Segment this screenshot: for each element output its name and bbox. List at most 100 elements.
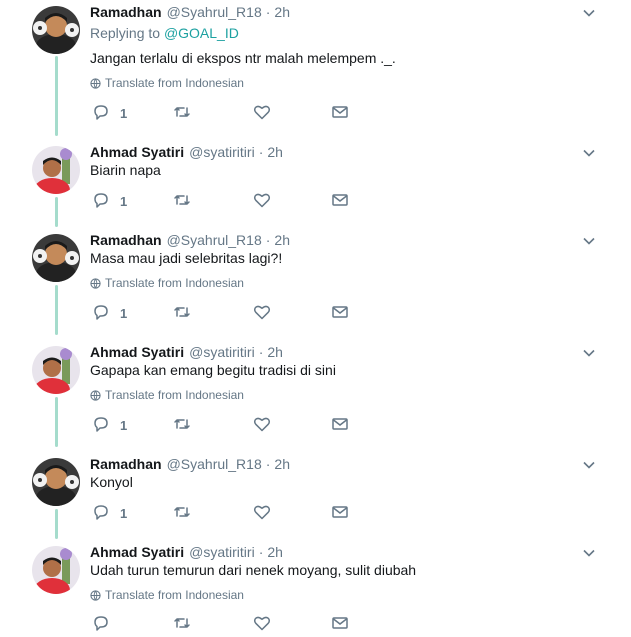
display-name[interactable]: Ahmad Syatiri [90, 144, 184, 160]
translate-link[interactable]: Translate from Indonesian [90, 275, 244, 293]
chevron-down-icon[interactable] [582, 546, 596, 560]
retweet-icon [173, 303, 191, 326]
separator-dot: · [265, 232, 271, 248]
timestamp[interactable]: 2h [274, 4, 290, 20]
chevron-down-icon[interactable] [582, 234, 596, 248]
tweet-actions: 1 [90, 304, 360, 324]
direct-message-button[interactable] [331, 104, 349, 124]
retweet-button[interactable] [173, 416, 191, 436]
globe-icon [90, 589, 101, 605]
tweet-text: Masa mau jadi selebritas lagi?! [90, 250, 283, 266]
heart-icon [253, 503, 271, 526]
globe-icon [90, 77, 101, 93]
tweet[interactable]: Ahmad Syatiri @syatiritiri · 2h Biarin napa… [0, 140, 631, 230]
ahmad-avatar[interactable] [32, 546, 80, 594]
timestamp[interactable]: 2h [274, 232, 290, 248]
translate-link[interactable]: Translate from Indonesian [90, 387, 244, 405]
reply-button[interactable] [92, 615, 120, 635]
ramadhan-avatar[interactable] [32, 234, 80, 282]
tweet[interactable]: Ahmad Syatiri @syatiritiri · 2h Udah turun … [0, 540, 631, 633]
heart-icon [253, 614, 271, 637]
reply-icon [92, 303, 110, 326]
ramadhan-avatar[interactable] [32, 6, 80, 54]
separator-dot: · [258, 544, 264, 560]
display-name[interactable]: Ahmad Syatiri [90, 344, 184, 360]
tweet-actions: 1 [90, 416, 360, 436]
replying-to-label: Replying to [90, 25, 161, 41]
like-button[interactable] [253, 304, 271, 324]
tweet-text: Biarin napa [90, 162, 161, 178]
tweet[interactable]: Ahmad Syatiri @syatiritiri · 2h Gapapa kan … [0, 340, 631, 450]
tweet[interactable]: Ramadhan @Syahrul_R18 · 2h Masa mau jadi se… [0, 228, 631, 338]
separator-dot: · [258, 344, 264, 360]
like-button[interactable] [253, 104, 271, 124]
direct-message-button[interactable] [331, 192, 349, 212]
display-name[interactable]: Ahmad Syatiri [90, 544, 184, 560]
user-handle[interactable]: @Syahrul_R18 [167, 232, 262, 248]
like-button[interactable] [253, 416, 271, 436]
retweet-button[interactable] [173, 615, 191, 635]
like-button[interactable] [253, 615, 271, 635]
display-name[interactable]: Ramadhan [90, 456, 162, 472]
tweet-text: Udah turun temurun dari nenek moyang, su… [90, 562, 417, 578]
globe-icon [90, 277, 101, 293]
user-handle[interactable]: @syatiritiri [189, 144, 255, 160]
mention-link[interactable]: @GOAL_ID [164, 25, 239, 41]
timestamp[interactable]: 2h [267, 344, 283, 360]
tweet[interactable]: Ramadhan @Syahrul_R18 · 2h Konyol 1 [0, 452, 631, 540]
reply-count: 1 [120, 418, 128, 433]
retweet-button[interactable] [173, 104, 191, 124]
reply-button[interactable]: 1 [92, 192, 127, 212]
tweet-header: Ramadhan @Syahrul_R18 · 2h [90, 230, 290, 250]
translate-label: Translate from Indonesian [105, 588, 244, 602]
reply-button[interactable]: 1 [92, 416, 127, 436]
display-name[interactable]: Ramadhan [90, 4, 162, 20]
user-handle[interactable]: @Syahrul_R18 [167, 456, 262, 472]
display-name[interactable]: Ramadhan [90, 232, 162, 248]
retweet-button[interactable] [173, 192, 191, 212]
tweet-actions: 1 [90, 504, 360, 524]
envelope-icon [331, 415, 349, 438]
direct-message-button[interactable] [331, 504, 349, 524]
reply-button[interactable]: 1 [92, 104, 127, 124]
direct-message-button[interactable] [331, 416, 349, 436]
translate-label: Translate from Indonesian [105, 388, 244, 402]
user-handle[interactable]: @syatiritiri [189, 544, 255, 560]
chevron-down-icon[interactable] [582, 458, 596, 472]
like-button[interactable] [253, 192, 271, 212]
like-button[interactable] [253, 504, 271, 524]
direct-message-button[interactable] [331, 615, 349, 635]
tweet-text: Gapapa kan emang begitu tradisi di sini [90, 362, 336, 378]
tweet-actions [90, 615, 360, 635]
ahmad-avatar[interactable] [32, 146, 80, 194]
tweet-actions: 1 [90, 192, 360, 212]
reply-button[interactable]: 1 [92, 504, 127, 524]
ahmad-avatar[interactable] [32, 346, 80, 394]
retweet-icon [173, 614, 191, 637]
translate-link[interactable]: Translate from Indonesian [90, 587, 244, 605]
reply-button[interactable]: 1 [92, 304, 127, 324]
heart-icon [253, 303, 271, 326]
chevron-down-icon[interactable] [582, 6, 596, 20]
ramadhan-avatar[interactable] [32, 458, 80, 506]
translate-link[interactable]: Translate from Indonesian [90, 75, 244, 93]
reply-icon [92, 614, 110, 637]
user-handle[interactable]: @Syahrul_R18 [167, 4, 262, 20]
user-handle[interactable]: @syatiritiri [189, 344, 255, 360]
chevron-down-icon[interactable] [582, 146, 596, 160]
timestamp[interactable]: 2h [267, 544, 283, 560]
heart-icon [253, 103, 271, 126]
direct-message-button[interactable] [331, 304, 349, 324]
timestamp[interactable]: 2h [267, 144, 283, 160]
chevron-down-icon[interactable] [582, 346, 596, 360]
envelope-icon [331, 503, 349, 526]
separator-dot: · [265, 4, 271, 20]
tweet[interactable]: Ramadhan @Syahrul_R18 · 2h Replying to @GOA… [0, 0, 631, 140]
tweet-actions: 1 [90, 104, 360, 124]
timestamp[interactable]: 2h [274, 456, 290, 472]
separator-dot: · [258, 144, 264, 160]
retweet-button[interactable] [173, 304, 191, 324]
retweet-icon [173, 503, 191, 526]
tweet-text: Jangan terlalu di ekspos ntr malah melem… [90, 50, 396, 66]
retweet-button[interactable] [173, 504, 191, 524]
